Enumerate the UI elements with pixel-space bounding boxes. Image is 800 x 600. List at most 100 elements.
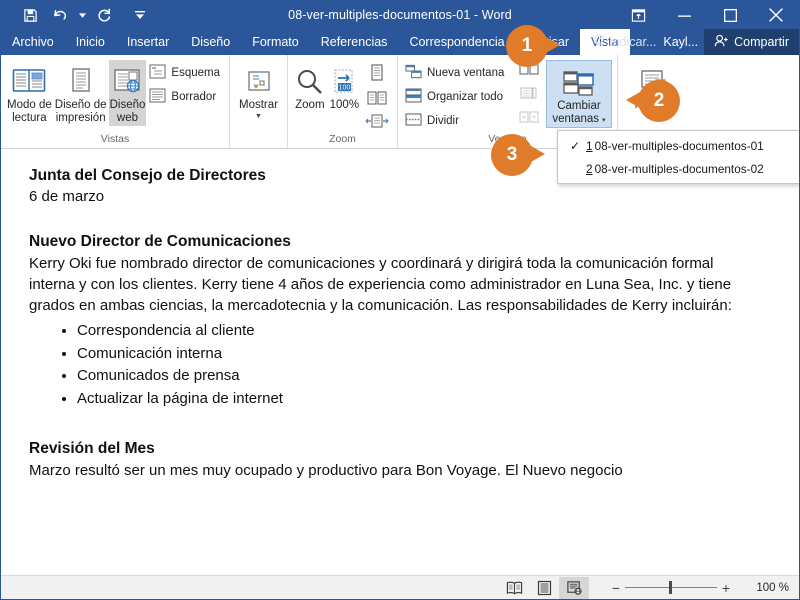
- ventana-small-buttons: Nueva ventana Organizar todo Dividir: [403, 60, 516, 132]
- customize-qat-icon[interactable]: [133, 3, 147, 27]
- tell-me-box[interactable]: Indicar...: [588, 33, 661, 51]
- outline-icon: [149, 64, 166, 82]
- menu-item-label: 08-ver-multiples-documentos-02: [594, 161, 764, 176]
- tab-archivo[interactable]: Archivo: [1, 29, 65, 55]
- tab-diseno[interactable]: Diseño: [180, 29, 241, 55]
- minimize-icon[interactable]: [661, 1, 707, 29]
- save-icon[interactable]: [15, 3, 45, 27]
- word-window: 08-ver-multiples-documentos-01 - Word Ar…: [0, 0, 800, 600]
- button-cambiar-ventanas[interactable]: Cambiar ventanas ▾: [545, 60, 612, 128]
- button-label-line1: 100%: [329, 99, 360, 111]
- quick-access-toolbar: [1, 3, 147, 27]
- web-layout-view-icon[interactable]: [559, 576, 589, 599]
- tab-formato[interactable]: Formato: [241, 29, 310, 55]
- list-item: Comunicados de prensa: [77, 365, 759, 387]
- callout-1: 1: [506, 25, 560, 67]
- one-page-icon[interactable]: [369, 64, 385, 87]
- button-label-line1: Modo de: [7, 99, 52, 111]
- chevron-down-icon[interactable]: ▼: [255, 113, 262, 120]
- maximize-icon[interactable]: [707, 1, 753, 29]
- chevron-down-icon[interactable]: ▾: [602, 117, 606, 124]
- button-borrador[interactable]: Borrador: [147, 86, 224, 108]
- zoom-thumb[interactable]: [669, 581, 672, 594]
- switch-windows-icon: [562, 64, 596, 100]
- button-mostrar[interactable]: Mostrar ▼: [235, 60, 282, 122]
- print-layout-icon: [64, 63, 98, 99]
- button-modo-de-lectura[interactable]: Modo de lectura: [6, 60, 53, 126]
- document-paragraph-1: Kerry Oki fue nombrado director de comun…: [29, 255, 732, 314]
- ribbon-group-vistas: Modo de lectura Diseño de impresión Dise…: [1, 55, 229, 148]
- read-mode-view-icon[interactable]: [499, 577, 529, 599]
- title-bar: 08-ver-multiples-documentos-01 - Word: [1, 1, 799, 29]
- document-heading-3: Revisión del Mes: [29, 440, 155, 457]
- document-paragraph-2: Marzo resultó ser un mes muy ocupado y p…: [29, 462, 623, 479]
- svg-text:100: 100: [339, 85, 351, 92]
- button-label-line1: Diseño: [109, 99, 146, 111]
- button-zoom[interactable]: Zoom: [293, 60, 327, 114]
- button-label: Nueva ventana: [427, 67, 505, 79]
- list-item: Comunicación interna: [77, 343, 759, 365]
- button-zoom-100[interactable]: 100 100%: [327, 60, 362, 114]
- show-icon: [245, 63, 273, 99]
- synchronous-scrolling-icon: [519, 86, 539, 105]
- button-label-line2: web: [116, 111, 139, 124]
- ventana-side-icons: [516, 60, 542, 129]
- vistas-small-buttons: Esquema Borrador: [147, 60, 224, 108]
- window-controls: [615, 1, 799, 29]
- redo-icon[interactable]: [89, 3, 119, 27]
- tab-referencias[interactable]: Referencias: [310, 29, 399, 55]
- menu-item-accelerator: 1: [586, 138, 593, 153]
- button-dividir[interactable]: Dividir: [403, 110, 516, 132]
- print-layout-view-icon[interactable]: [529, 577, 559, 599]
- ribbon-display-options-icon[interactable]: [615, 1, 661, 29]
- tab-insertar[interactable]: Insertar: [116, 29, 180, 55]
- button-diseno-web[interactable]: Diseño web: [108, 60, 147, 126]
- switch-windows-menu: ✓ 1 08-ver-multiples-documentos-01 2 08-…: [557, 130, 799, 184]
- button-label: Borrador: [171, 91, 217, 103]
- callout-number: 2: [653, 90, 665, 111]
- zoom-out-button[interactable]: −: [607, 580, 625, 596]
- zoom-track[interactable]: [625, 581, 717, 594]
- zoom-in-button[interactable]: +: [717, 580, 735, 596]
- menu-item-document-1[interactable]: ✓ 1 08-ver-multiples-documentos-01: [558, 134, 799, 157]
- page-width-icon[interactable]: [365, 114, 389, 133]
- zoom-magnifier-icon: [295, 63, 325, 99]
- zoom-slider[interactable]: − +: [607, 580, 735, 596]
- tab-inicio[interactable]: Inicio: [65, 29, 116, 55]
- zoom-percentage[interactable]: 100 %: [747, 582, 789, 594]
- draft-icon: [149, 88, 166, 106]
- user-account-label[interactable]: Kayl...: [661, 35, 704, 49]
- button-label: Dividir: [427, 115, 459, 127]
- web-layout-icon: [110, 63, 144, 99]
- close-icon[interactable]: [753, 1, 799, 29]
- button-esquema[interactable]: Esquema: [147, 62, 224, 84]
- status-bar: − + 100 %: [1, 575, 799, 599]
- multiple-pages-icon[interactable]: [367, 91, 387, 110]
- menu-item-label: 08-ver-multiples-documentos-01: [594, 138, 764, 153]
- group-label-mostrar: [230, 133, 287, 148]
- button-organizar-todo[interactable]: Organizar todo: [403, 86, 516, 108]
- undo-dropdown-icon[interactable]: [75, 3, 89, 27]
- tell-me-label: Indicar...: [609, 35, 657, 49]
- callout-2: 2: [626, 80, 680, 122]
- button-label-line2: lectura: [12, 111, 47, 124]
- read-mode-icon: [12, 63, 46, 99]
- menu-item-document-2[interactable]: 2 08-ver-multiples-documentos-02: [558, 157, 799, 180]
- callout-number: 3: [506, 144, 518, 165]
- split-icon: [405, 112, 422, 130]
- button-label-line1: Cambiar: [557, 100, 601, 112]
- share-person-icon: [714, 34, 729, 51]
- list-item: Actualizar la página de internet: [77, 388, 759, 410]
- ribbon-group-zoom: Zoom 100 100% Zoom: [287, 55, 397, 148]
- button-nueva-ventana[interactable]: Nueva ventana: [403, 62, 516, 84]
- menu-item-accelerator: 2: [586, 161, 593, 176]
- undo-icon[interactable]: [45, 3, 75, 27]
- document-canvas[interactable]: Junta del Consejo de Directores 6 de mar…: [1, 149, 799, 599]
- tab-correspondencia[interactable]: Correspondencia: [398, 29, 515, 55]
- share-button[interactable]: Compartir: [704, 29, 799, 55]
- reset-window-position-icon: [519, 110, 539, 129]
- button-diseno-de-impresion[interactable]: Diseño de impresión: [54, 60, 108, 126]
- group-label-vistas: Vistas: [100, 133, 130, 145]
- zoom-small-icons: [362, 60, 392, 133]
